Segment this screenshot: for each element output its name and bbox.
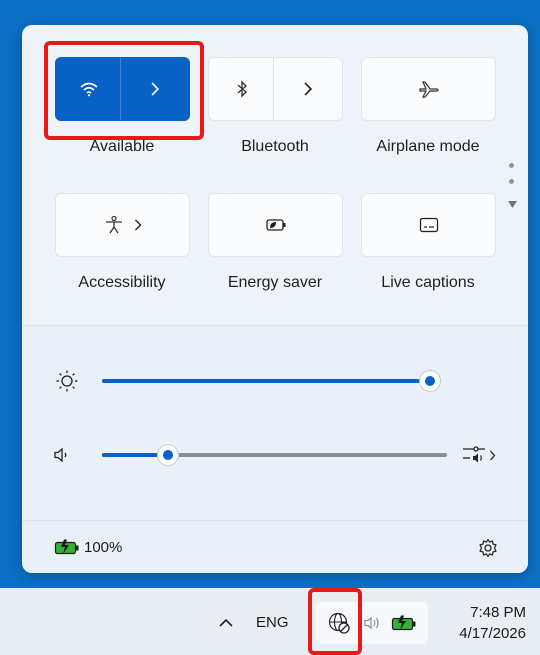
scroll-down-arrow-icon[interactable] — [508, 201, 517, 208]
accessibility-icon — [105, 215, 122, 234]
speaker-icon[interactable] — [48, 441, 76, 469]
audio-output-icon — [463, 446, 485, 463]
battery-charging-icon — [391, 615, 416, 631]
bluetooth-expand-button[interactable] — [273, 58, 342, 120]
clock[interactable]: 7:48 PM 4/17/2026 — [440, 600, 526, 646]
bluetooth-tile[interactable] — [208, 57, 343, 121]
volume-slider-thumb[interactable] — [157, 445, 178, 465]
bluetooth-label: Bluetooth — [241, 138, 309, 155]
network-icon-highlight-box — [308, 588, 362, 655]
energy-saver-tile[interactable] — [208, 193, 343, 257]
chevron-up-icon — [219, 618, 233, 627]
sliders-area — [22, 326, 528, 521]
battery-charging-icon — [54, 539, 79, 555]
page-dot — [509, 163, 514, 168]
brightness-slider-fill — [102, 379, 430, 383]
settings-button[interactable] — [474, 534, 502, 562]
volume-muted-icon — [364, 616, 379, 630]
battery-status[interactable]: 100% — [54, 535, 122, 559]
energy-saver-label: Energy saver — [227, 274, 323, 291]
live-captions-label: Live captions — [381, 274, 475, 291]
accessibility-label: Accessibility — [78, 274, 166, 291]
language-indicator[interactable]: ENG — [256, 608, 289, 636]
bluetooth-icon — [237, 80, 247, 98]
airplane-icon — [418, 81, 439, 98]
gear-icon — [479, 538, 497, 558]
wifi-label: Available — [89, 138, 155, 155]
brightness-icon — [53, 367, 81, 395]
quick-settings-row-2: Accessibility Energy saver Live captions — [22, 161, 528, 291]
live-captions-icon — [419, 217, 438, 233]
page-indicator[interactable] — [508, 163, 517, 213]
clock-date: 4/17/2026 — [459, 625, 526, 642]
clock-time: 7:48 PM — [470, 604, 526, 621]
show-hidden-icons-button[interactable] — [212, 608, 240, 636]
battery-percent: 100% — [84, 538, 123, 556]
quick-settings-footer: 100% — [22, 520, 528, 573]
chevron-right-icon — [490, 450, 496, 460]
airplane-mode-tile[interactable] — [361, 57, 496, 121]
audio-output-button[interactable] — [458, 441, 500, 469]
page-dot — [509, 179, 514, 184]
chevron-right-icon — [134, 219, 141, 231]
bluetooth-toggle[interactable] — [209, 58, 275, 120]
energy-saver-icon — [265, 219, 285, 231]
accessibility-tile[interactable] — [55, 193, 190, 257]
taskbar: ENG 7:48 PM 4/17/2026 — [0, 588, 540, 655]
volume-slider[interactable] — [102, 445, 447, 465]
live-captions-tile[interactable] — [361, 193, 496, 257]
brightness-slider[interactable] — [102, 371, 440, 391]
airplane-mode-label: Airplane mode — [376, 138, 480, 155]
wifi-highlight-box — [44, 41, 204, 140]
chevron-right-icon — [304, 82, 313, 96]
brightness-slider-thumb[interactable] — [419, 371, 440, 391]
